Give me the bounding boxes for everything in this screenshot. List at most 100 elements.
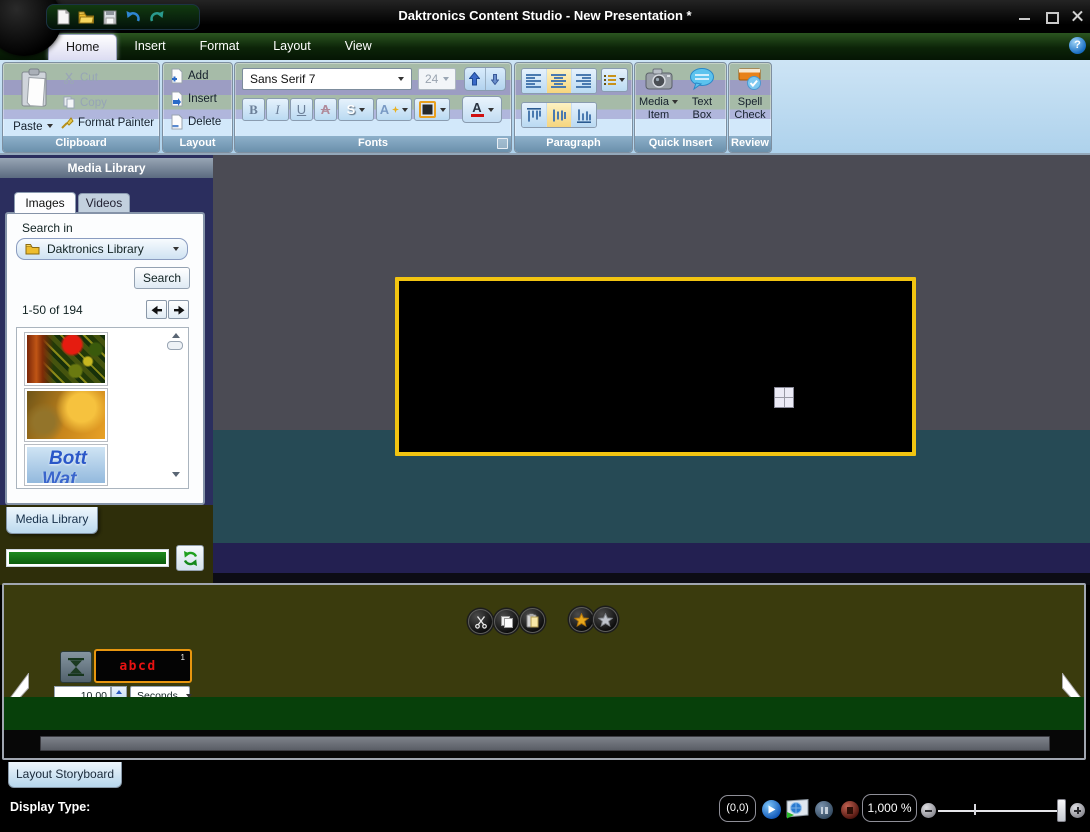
undo-icon[interactable] xyxy=(125,10,141,24)
font-color-button[interactable]: A xyxy=(462,96,502,123)
sparkle-icon xyxy=(392,106,399,113)
delete-button[interactable]: Delete xyxy=(170,114,221,130)
zoom-slider-thumb[interactable] xyxy=(1057,799,1066,822)
frame-transition-button[interactable] xyxy=(60,651,92,683)
storyboard-frame-thumbnail[interactable]: abcd 1 xyxy=(94,649,192,683)
fonts-dialog-launcher[interactable] xyxy=(497,138,508,149)
glow-button[interactable]: A xyxy=(376,98,412,121)
underline-button[interactable]: U xyxy=(290,98,313,121)
align-center-button[interactable] xyxy=(547,69,571,93)
storyboard-copy-button[interactable] xyxy=(494,609,519,634)
zoom-slider-track[interactable] xyxy=(938,810,1060,812)
storyboard-cut-button[interactable] xyxy=(468,609,493,634)
folder-dropdown-caret xyxy=(173,247,179,251)
paste-button[interactable]: Paste xyxy=(7,117,59,135)
thumbnail-orange-abstract-image[interactable] xyxy=(24,388,108,442)
storyboard-favorite-gold-star-button[interactable] xyxy=(569,607,594,632)
minus-icon xyxy=(925,810,932,812)
shadow-button[interactable]: S xyxy=(338,98,374,121)
new-document-icon[interactable] xyxy=(57,9,70,25)
cut-button[interactable]: Cut xyxy=(63,72,98,84)
storyboard-scrollbar-thumb[interactable] xyxy=(40,736,1050,751)
horizontal-align-buttons xyxy=(521,68,597,94)
zoom-out-button[interactable] xyxy=(921,803,936,818)
copy-icon xyxy=(63,96,75,109)
stage-window-placeholder-icon[interactable] xyxy=(774,387,794,408)
valign-top-button[interactable] xyxy=(522,103,546,127)
spell-check-button[interactable]: Spell Check xyxy=(730,67,770,122)
align-right-button[interactable] xyxy=(572,69,596,93)
tab-view[interactable]: View xyxy=(328,33,389,60)
tab-format[interactable]: Format xyxy=(183,33,257,60)
align-left-button[interactable] xyxy=(522,69,546,93)
zoom-in-button[interactable] xyxy=(1070,803,1085,818)
minimize-button[interactable] xyxy=(1016,9,1034,24)
thumbnail-fire-camo-image[interactable] xyxy=(24,332,108,386)
presentation-stage[interactable] xyxy=(395,277,916,456)
storyboard-star-gray-button[interactable] xyxy=(593,607,618,632)
list-options-button[interactable] xyxy=(601,68,628,92)
pause-button[interactable] xyxy=(815,801,833,819)
clipboard-group-label[interactable]: Clipboard xyxy=(3,136,159,152)
tab-videos[interactable]: Videos xyxy=(78,193,130,213)
font-name-combo[interactable]: Sans Serif 7 xyxy=(242,68,412,90)
search-button[interactable]: Search xyxy=(134,267,190,289)
shadow-label: S xyxy=(347,102,356,117)
next-page-button[interactable] xyxy=(168,300,189,319)
media-library-bottom-tab[interactable]: Media Library xyxy=(6,507,98,534)
maximize-button[interactable] xyxy=(1042,9,1060,24)
thumbnail-scrollbar-thumb[interactable] xyxy=(167,341,183,350)
align-left-icon xyxy=(526,74,542,88)
storyboard-paste-button[interactable] xyxy=(520,608,545,633)
camera-icon xyxy=(644,67,674,91)
layout-group-label[interactable]: Layout xyxy=(163,136,232,152)
insert-button[interactable]: Insert xyxy=(170,91,217,107)
fonts-group-label[interactable]: Fonts xyxy=(235,136,511,152)
tab-insert[interactable]: Insert xyxy=(117,33,182,60)
zoom-slider-tick xyxy=(974,804,976,815)
font-color-icon: A xyxy=(471,102,484,117)
copy-button[interactable]: Copy xyxy=(63,96,107,109)
send-to-display-button[interactable] xyxy=(785,799,810,824)
outline-button[interactable] xyxy=(414,98,450,121)
ribbon-tab-strip: Home Insert Format Layout View xyxy=(0,33,1090,60)
text-box-button[interactable]: Text Box xyxy=(682,67,722,122)
valign-middle-button[interactable] xyxy=(547,103,571,127)
save-icon[interactable] xyxy=(103,10,117,25)
media-item-button[interactable]: Media Item xyxy=(637,67,680,122)
font-size-combo[interactable]: 24 xyxy=(418,68,456,90)
thumbnail-bottled-water-image[interactable]: Bott Wat xyxy=(24,444,108,486)
layout-storyboard-tab[interactable]: Layout Storyboard xyxy=(8,762,122,788)
help-button[interactable]: ? xyxy=(1069,37,1086,54)
review-group-label[interactable]: Review xyxy=(729,136,771,152)
font-name-caret xyxy=(398,77,404,81)
paragraph-group-label[interactable]: Paragraph xyxy=(515,136,632,152)
bold-button[interactable]: B xyxy=(242,98,265,121)
redo-icon[interactable] xyxy=(149,10,165,24)
thumbnail-scroll-down-icon[interactable] xyxy=(172,472,180,477)
library-folder-value: Daktronics Library xyxy=(47,242,166,256)
delete-page-icon xyxy=(170,114,184,130)
strikethrough-button[interactable]: A xyxy=(314,98,337,121)
tab-images[interactable]: Images xyxy=(14,192,76,213)
close-button[interactable] xyxy=(1068,9,1086,24)
play-button[interactable] xyxy=(762,800,781,819)
previous-page-button[interactable] xyxy=(146,300,167,319)
valign-top-icon xyxy=(527,108,541,123)
cut-icon xyxy=(63,72,75,84)
format-painter-button[interactable]: Format Painter xyxy=(61,116,154,129)
valign-bottom-button[interactable] xyxy=(572,103,596,127)
paste-icon[interactable] xyxy=(19,68,51,115)
thumbnail-scroll-up-icon[interactable] xyxy=(172,333,180,338)
tab-home[interactable]: Home xyxy=(48,34,117,60)
stop-button[interactable] xyxy=(841,801,859,819)
quick-insert-group-label[interactable]: Quick Insert xyxy=(635,136,726,152)
open-folder-icon[interactable] xyxy=(78,10,95,24)
tab-layout[interactable]: Layout xyxy=(256,33,328,60)
library-folder-dropdown[interactable]: Daktronics Library xyxy=(16,238,188,260)
shrink-font-button[interactable] xyxy=(486,68,506,90)
grow-font-button[interactable] xyxy=(465,68,486,90)
add-button[interactable]: Add xyxy=(170,68,208,84)
italic-button[interactable]: I xyxy=(266,98,289,121)
refresh-button[interactable] xyxy=(176,545,204,571)
